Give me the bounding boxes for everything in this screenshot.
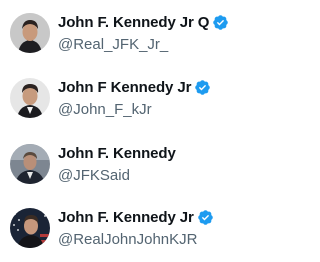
avatar-image — [10, 13, 50, 53]
display-name[interactable]: John F Kennedy Jr — [58, 79, 191, 96]
verified-badge-icon — [212, 14, 229, 31]
verified-badge-icon — [197, 209, 214, 226]
username: @John_F_kJr — [58, 101, 152, 118]
display-name[interactable]: John F. Kennedy Jr — [58, 209, 194, 226]
avatar[interactable] — [10, 13, 50, 53]
account-row-jfksaid[interactable]: John F. Kennedy @JFKSaid — [0, 140, 281, 196]
username: @RealJohnJohnKJR — [58, 231, 198, 248]
avatar-image — [10, 144, 50, 184]
display-name[interactable]: John F. Kennedy — [58, 145, 176, 162]
avatar[interactable] — [10, 78, 50, 118]
avatar[interactable] — [10, 208, 50, 248]
account-row-john-f-kjr[interactable]: John F Kennedy Jr @John_F_kJr — [0, 74, 281, 130]
avatar[interactable] — [10, 144, 50, 184]
avatar-image — [10, 208, 50, 248]
display-name[interactable]: John F. Kennedy Jr Q — [58, 14, 209, 31]
username: @Real_JFK_Jr_ — [58, 36, 169, 53]
username: @JFKSaid — [58, 167, 130, 184]
account-row-real-jfk-jr[interactable]: John F. Kennedy Jr Q @Real_JFK_Jr_ — [0, 9, 281, 65]
verified-badge-icon — [194, 79, 211, 96]
account-row-realjohnjohnkjr[interactable]: John F. Kennedy Jr @RealJohnJohnKJR — [0, 204, 281, 260]
account-list: John F. Kennedy Jr Q @Real_JFK_Jr_ John … — [0, 0, 281, 262]
avatar-image — [10, 78, 50, 118]
